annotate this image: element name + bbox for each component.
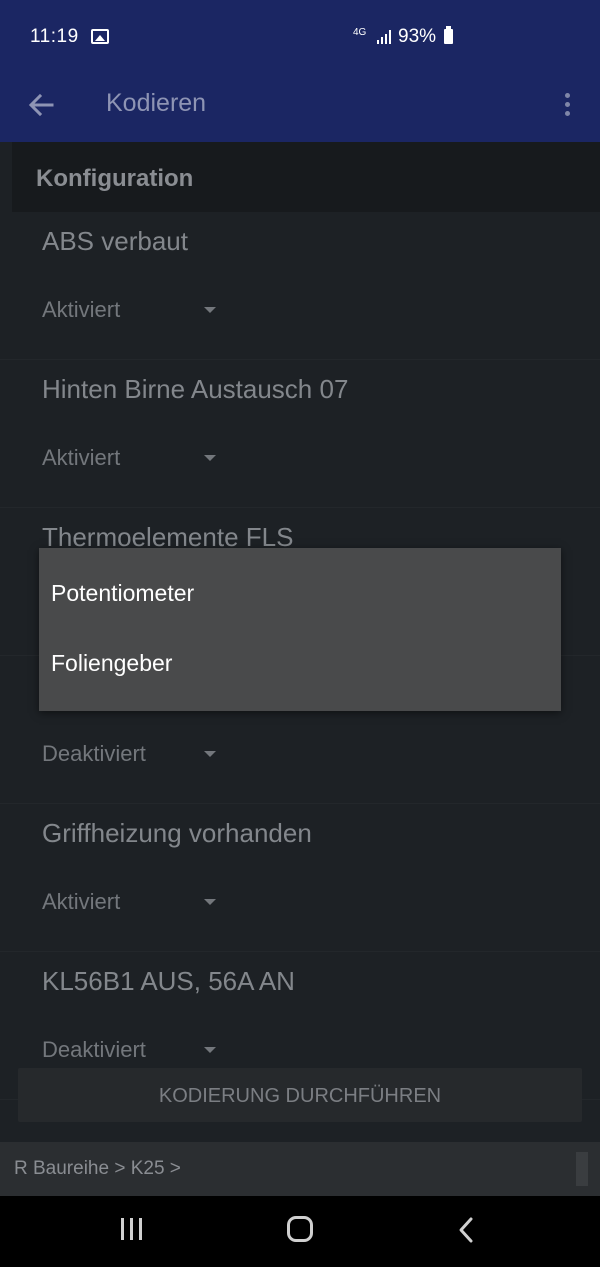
screen: 11:19 4G 93% Kodieren Konfiguration ABS: [0, 0, 600, 1267]
config-item-select[interactable]: Aktiviert: [42, 290, 232, 330]
dropdown-option-potentiometer[interactable]: Potentiometer: [39, 560, 561, 630]
config-item: Hinten Birne Austausch 07 Aktiviert: [0, 360, 600, 508]
config-item-label: KL56B1 AUS, 56A AN: [42, 966, 295, 996]
select-value: Deaktiviert: [42, 741, 146, 766]
system-nav-bar: [0, 1196, 600, 1267]
caret-down-icon: [204, 751, 216, 757]
status-time: 11:19: [30, 26, 79, 47]
page-title: Kodieren: [106, 89, 207, 117]
home-icon[interactable]: [287, 1216, 313, 1242]
run-coding-button[interactable]: KODIERUNG DURCHFÜHREN: [18, 1068, 582, 1122]
more-vert-icon[interactable]: [556, 90, 580, 120]
app-bar: Kodieren: [0, 72, 600, 142]
caret-down-icon: [204, 455, 216, 461]
config-item-label: Griffheizung vorhanden: [42, 818, 312, 848]
battery-icon: [444, 26, 453, 44]
select-value: Aktiviert: [42, 297, 121, 322]
scroll-thumb[interactable]: [576, 1152, 588, 1186]
caret-down-icon: [204, 1047, 216, 1053]
signal-icon: [375, 30, 391, 44]
caret-down-icon: [204, 899, 216, 905]
config-item: Griffheizung vorhanden Aktiviert: [0, 804, 600, 952]
section-header: Konfiguration: [12, 142, 600, 212]
network-icon: 4G: [353, 27, 367, 38]
dropdown-option-label: Potentiometer: [51, 580, 195, 606]
select-value: Aktiviert: [42, 889, 121, 914]
gallery-icon: [91, 29, 109, 44]
config-item-select[interactable]: Deaktiviert: [42, 734, 232, 774]
caret-down-icon: [204, 307, 216, 313]
config-item-select[interactable]: Aktiviert: [42, 882, 232, 922]
dropdown-menu: Potentiometer Foliengeber: [39, 548, 561, 711]
config-item-label: ABS verbaut: [42, 226, 188, 256]
dropdown-option-label: Foliengeber: [51, 650, 173, 676]
config-item-select[interactable]: Aktiviert: [42, 438, 232, 478]
arrow-left-icon[interactable]: [26, 90, 56, 120]
config-item-label: Hinten Birne Austausch 07: [42, 374, 349, 404]
breadcrumb-path: R Baureihe > K25 >: [14, 1158, 181, 1179]
back-icon[interactable]: [455, 1216, 479, 1244]
dropdown-option-foliengeber[interactable]: Foliengeber: [39, 630, 561, 700]
config-item: ABS verbaut Aktiviert: [0, 212, 600, 360]
select-value: Deaktiviert: [42, 1037, 146, 1062]
battery-percent: 93%: [398, 26, 437, 47]
status-bar: 11:19 4G 93%: [0, 0, 600, 72]
breadcrumb: R Baureihe > K25 >: [0, 1142, 600, 1196]
select-value: Aktiviert: [42, 445, 121, 470]
config-item-select[interactable]: Deaktiviert: [42, 1030, 232, 1070]
recents-icon[interactable]: [118, 1218, 146, 1244]
